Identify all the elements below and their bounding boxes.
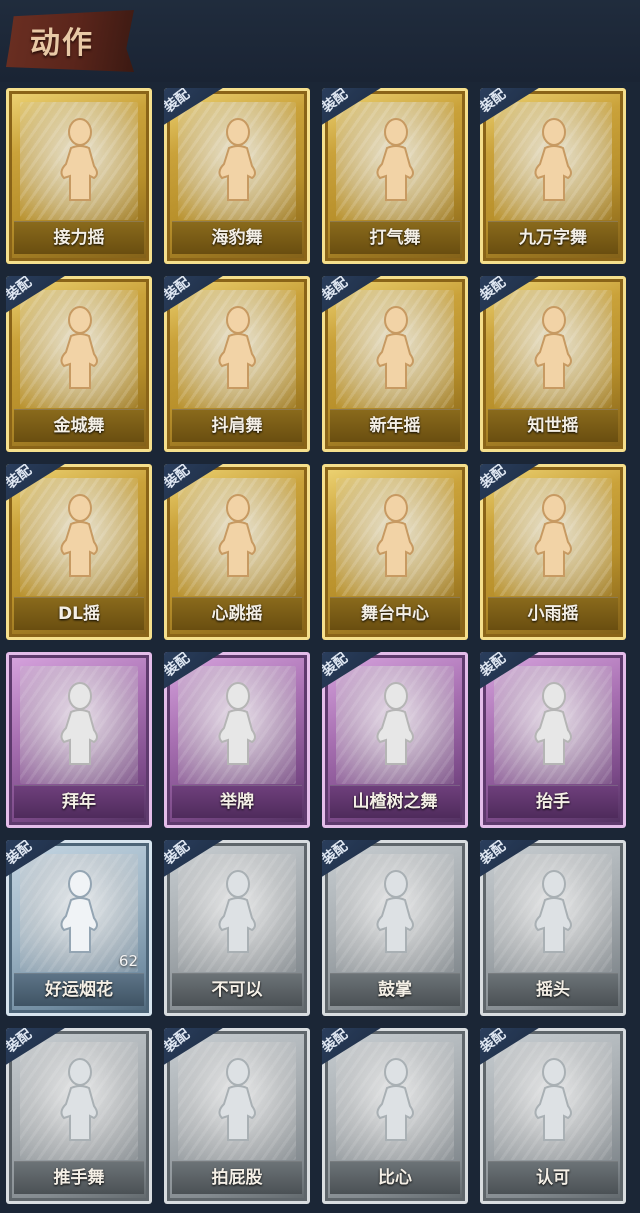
dancer-silhouette-icon	[218, 1058, 256, 1141]
dancer-silhouette-icon	[534, 870, 572, 953]
dancer-silhouette-icon	[218, 306, 256, 389]
emote-card[interactable]: 拍屁股 装配	[164, 1028, 310, 1204]
emote-card[interactable]: 拜年	[6, 652, 152, 828]
dancer-silhouette-icon	[60, 1058, 98, 1141]
emote-card[interactable]: DL摇 装配	[6, 464, 152, 640]
dancer-silhouette-icon	[218, 682, 256, 765]
emote-name: 山楂树之舞	[352, 792, 438, 812]
dancer-silhouette-icon	[60, 494, 98, 577]
emote-name: 好运烟花	[45, 980, 113, 1000]
emote-name: 拜年	[62, 792, 96, 812]
dancer-silhouette-icon	[60, 118, 98, 201]
emote-name: 拍屁股	[211, 1168, 263, 1188]
emote-card[interactable]: 抬手 装配	[480, 652, 626, 828]
emote-name: 小雨摇	[527, 604, 579, 624]
dancer-silhouette-icon	[218, 118, 256, 201]
emote-name: 抖肩舞	[211, 416, 263, 436]
dancer-silhouette-icon	[376, 118, 414, 201]
emote-card[interactable]: 知世摇 装配	[480, 276, 626, 452]
emote-card[interactable]: 抖肩舞 装配	[164, 276, 310, 452]
emote-name: 海豹舞	[211, 228, 263, 248]
emote-name: 举牌	[220, 792, 254, 812]
emote-name: 知世摇	[527, 416, 579, 436]
dancer-silhouette-icon	[534, 306, 572, 389]
dancer-silhouette-icon	[218, 494, 256, 577]
dancer-silhouette-icon	[376, 306, 414, 389]
emote-card[interactable]: 认可 装配	[480, 1028, 626, 1204]
emote-name: 认可	[536, 1168, 570, 1188]
dancer-silhouette-icon	[534, 118, 572, 201]
emote-name: 舞台中心	[361, 604, 429, 624]
emote-card[interactable]: 山楂树之舞 装配	[322, 652, 468, 828]
emote-card[interactable]: 举牌 装配	[164, 652, 310, 828]
emote-name: 鼓掌	[378, 980, 412, 1000]
emote-name: 不可以	[211, 980, 263, 1000]
emote-name: 摇头	[536, 980, 570, 1000]
emote-card[interactable]: 舞台中心	[322, 464, 468, 640]
emote-card[interactable]: 好运烟花 装配 62	[6, 840, 152, 1016]
emote-card[interactable]: 小雨摇 装配	[480, 464, 626, 640]
emote-card[interactable]: 推手舞 装配	[6, 1028, 152, 1204]
emote-name: 接力摇	[53, 228, 105, 248]
emote-card[interactable]: 金城舞 装配	[6, 276, 152, 452]
emote-card[interactable]: 九万字舞 装配	[480, 88, 626, 264]
dancer-silhouette-icon	[218, 870, 256, 953]
dancer-silhouette-icon	[376, 682, 414, 765]
dancer-silhouette-icon	[376, 494, 414, 577]
dancer-silhouette-icon	[376, 1058, 414, 1141]
emote-name: DL摇	[58, 604, 100, 624]
dancer-silhouette-icon	[534, 494, 572, 577]
dancer-silhouette-icon	[60, 682, 98, 765]
dancer-silhouette-icon	[60, 870, 98, 953]
dancer-silhouette-icon	[534, 1058, 572, 1141]
emote-name: 抬手	[536, 792, 570, 812]
item-count: 62	[118, 952, 138, 970]
emote-name: 新年摇	[369, 416, 421, 436]
dancer-silhouette-icon	[60, 306, 98, 389]
emote-name: 推手舞	[53, 1168, 105, 1188]
emote-name: 心跳摇	[211, 604, 263, 624]
emote-name: 九万字舞	[519, 228, 587, 248]
emote-name: 打气舞	[369, 228, 421, 248]
emote-card[interactable]: 打气舞 装配	[322, 88, 468, 264]
page-title: 动作	[30, 26, 94, 61]
emote-name: 比心	[378, 1168, 412, 1188]
emote-card[interactable]: 比心 装配	[322, 1028, 468, 1204]
emote-name: 金城舞	[53, 416, 105, 436]
emote-card[interactable]: 不可以 装配	[164, 840, 310, 1016]
emote-card[interactable]: 海豹舞 装配	[164, 88, 310, 264]
emote-card[interactable]: 心跳摇 装配	[164, 464, 310, 640]
emote-card[interactable]: 摇头 装配	[480, 840, 626, 1016]
dancer-silhouette-icon	[376, 870, 414, 953]
emote-card[interactable]: 新年摇 装配	[322, 276, 468, 452]
emote-card[interactable]: 接力摇	[6, 88, 152, 264]
emote-card[interactable]: 鼓掌 装配	[322, 840, 468, 1016]
dancer-silhouette-icon	[534, 682, 572, 765]
